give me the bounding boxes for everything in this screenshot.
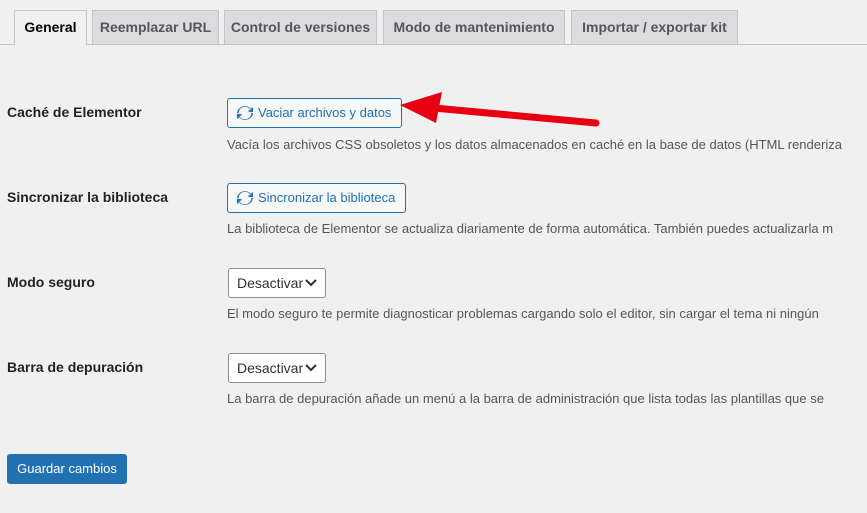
sync-description: La biblioteca de Elementor se actualiza … (227, 221, 834, 236)
chevron-down-icon (305, 364, 317, 372)
debug-bar-description: La barra de depuración añade un menú a l… (227, 391, 824, 406)
refresh-icon (236, 191, 254, 205)
tab-general[interactable]: General (14, 10, 87, 46)
debug-bar-selected-value: Desactivar (237, 360, 304, 376)
clear-cache-button-label: Vaciar archivos y datos (258, 105, 392, 120)
save-changes-button[interactable]: Guardar cambios (7, 454, 127, 484)
clear-cache-button[interactable]: Vaciar archivos y datos (227, 98, 403, 128)
tab-reemplazar-url[interactable]: Reemplazar URL (92, 10, 219, 45)
refresh-icon (236, 106, 254, 120)
sync-library-button[interactable]: Sincronizar la biblioteca (227, 183, 407, 213)
safe-mode-select[interactable]: Desactivar (228, 268, 326, 298)
safe-mode-selected-value: Desactivar (237, 275, 304, 291)
tab-control-de-versiones[interactable]: Control de versiones (224, 10, 377, 45)
debug-bar-select[interactable]: Desactivar (228, 353, 326, 383)
cache-label: Caché de Elementor (7, 104, 142, 120)
settings-tabs: General Reemplazar URL Control de versio… (0, 0, 867, 46)
tab-modo-de-mantenimiento[interactable]: Modo de mantenimiento (383, 10, 565, 45)
debug-bar-label: Barra de depuración (7, 359, 144, 375)
red-arrow-annotation (400, 92, 600, 127)
sync-label: Sincronizar la biblioteca (7, 189, 169, 205)
safe-mode-label: Modo seguro (7, 274, 95, 290)
chevron-down-icon (305, 279, 317, 287)
cache-description: Vacía los archivos CSS obsoletos y los d… (227, 137, 842, 152)
sync-library-button-label: Sincronizar la biblioteca (258, 190, 396, 205)
safe-mode-description: El modo seguro te permite diagnosticar p… (227, 306, 819, 321)
tab-importar-exportar-kit[interactable]: Importar / exportar kit (571, 10, 738, 45)
